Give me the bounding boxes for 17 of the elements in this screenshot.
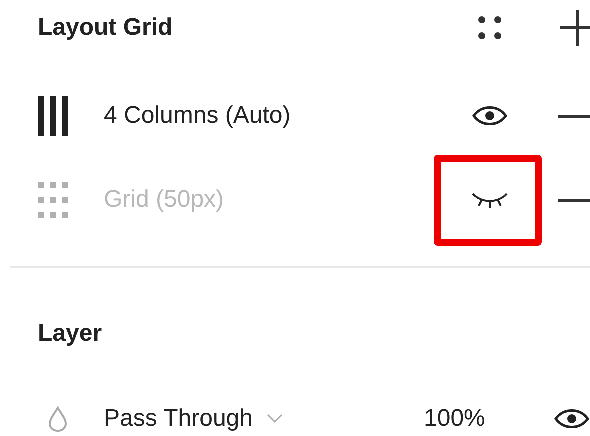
- closed-eye-icon[interactable]: [472, 191, 508, 209]
- blend-mode-dropdown[interactable]: Pass Through: [104, 401, 424, 436]
- drop-icon: [48, 406, 68, 432]
- eye-icon[interactable]: [472, 104, 508, 128]
- grid-icon: [38, 180, 68, 220]
- opacity-value[interactable]: 100%: [424, 401, 554, 436]
- grid-label: 4 Columns (Auto): [104, 101, 292, 131]
- remove-button[interactable]: [558, 198, 590, 202]
- section-title: Layout Grid: [37, 13, 174, 43]
- eye-icon[interactable]: [554, 407, 590, 431]
- remove-button[interactable]: [558, 114, 590, 118]
- columns-icon: [38, 96, 68, 136]
- chevron-icon: [266, 414, 283, 424]
- grid-label: Grid (50px): [104, 185, 226, 215]
- section-title: Layer: [37, 319, 102, 349]
- dots-icon[interactable]: [478, 16, 502, 40]
- plus-icon[interactable]: [558, 8, 590, 48]
